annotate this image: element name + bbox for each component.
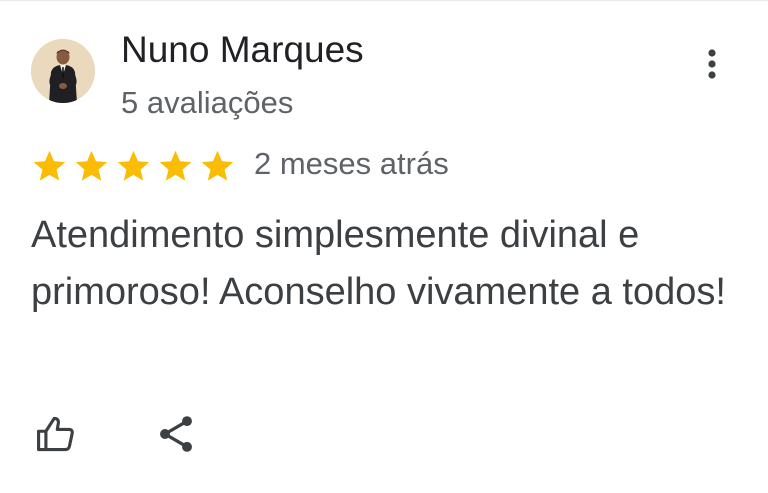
avatar-photo — [31, 39, 95, 103]
review-card: Nuno Marques 5 avaliações 2 meses atrás … — [0, 0, 768, 493]
star-rating — [31, 145, 241, 187]
avatar[interactable] — [31, 39, 95, 103]
star-icon — [117, 150, 150, 181]
share-button[interactable] — [154, 412, 198, 456]
star-icon — [201, 150, 234, 181]
star-icon — [33, 150, 66, 181]
star-icon — [75, 150, 108, 181]
more-options-button[interactable] — [692, 44, 732, 84]
author-name[interactable]: Nuno Marques — [121, 28, 364, 72]
review-text: Atendimento simplesmente divinal e primo… — [31, 214, 726, 313]
star-icon — [159, 150, 192, 181]
review-time: 2 meses atrás — [254, 146, 449, 181]
more-vert-icon — [708, 49, 716, 79]
divider — [0, 0, 768, 1]
review-count: 5 avaliações — [121, 85, 294, 120]
thumb-up-icon — [37, 416, 74, 452]
like-button[interactable] — [34, 412, 78, 456]
share-icon — [160, 416, 192, 452]
